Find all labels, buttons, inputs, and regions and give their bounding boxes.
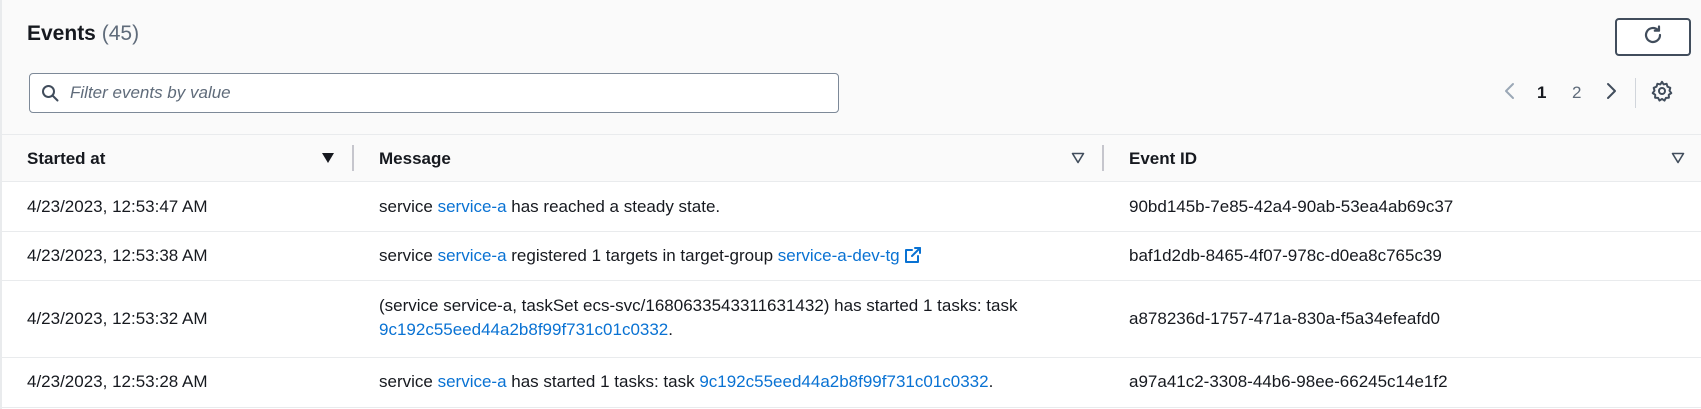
message-cell: (service service-a, taskSet ecs-svc/1680… xyxy=(379,294,1069,342)
sort-icon[interactable] xyxy=(1070,150,1086,166)
message-cell: service service-a has reached a steady s… xyxy=(379,195,720,219)
sort-icon[interactable] xyxy=(1670,150,1686,166)
search-icon xyxy=(30,74,70,112)
page-1-button[interactable]: 1 xyxy=(1537,82,1546,104)
page-title: Events (45) xyxy=(27,22,139,46)
chevron-right-icon xyxy=(1606,82,1618,105)
table-row: 4/23/2023, 12:53:28 AM service service-a… xyxy=(2,358,1701,408)
message-text: has started 1 tasks: task xyxy=(506,372,700,391)
settings-icon xyxy=(1651,80,1673,107)
event-id-cell: baf1d2db-8465-4f07-978c-d0ea8c765c39 xyxy=(1129,246,1442,265)
chevron-left-icon xyxy=(1503,82,1515,105)
external-link-icon xyxy=(904,246,922,271)
started-at-cell: 4/23/2023, 12:53:28 AM xyxy=(27,372,208,391)
task-link[interactable]: 9c192c55eed44a2b8f99f731c01c0332 xyxy=(699,372,988,391)
message-text: service xyxy=(379,372,438,391)
next-page-button[interactable] xyxy=(1602,82,1622,104)
events-count: (45) xyxy=(101,22,140,45)
page-2-button[interactable]: 2 xyxy=(1572,82,1581,104)
table-row: 4/23/2023, 12:53:32 AM (service service-… xyxy=(2,281,1701,358)
message-text: service xyxy=(379,246,438,265)
pagination-divider xyxy=(1635,78,1636,108)
message-cell: service service-a registered 1 targets i… xyxy=(379,244,922,271)
event-id-cell: a97a41c2-3308-44b6-98ee-66245c14e1f2 xyxy=(1129,372,1448,391)
events-panel: Events (45) 1 xyxy=(0,0,1701,409)
preferences-button[interactable] xyxy=(1650,80,1674,107)
target-group-link[interactable]: service-a-dev-tg xyxy=(778,246,922,265)
started-at-cell: 4/23/2023, 12:53:47 AM xyxy=(27,197,208,216)
service-link[interactable]: service-a xyxy=(438,197,507,216)
column-resizer[interactable] xyxy=(352,145,354,171)
event-id-cell: 90bd145b-7e85-42a4-90ab-53ea4ab69c37 xyxy=(1129,197,1454,216)
column-header-message[interactable]: Message xyxy=(379,149,451,169)
message-text: . xyxy=(988,372,994,391)
message-text: . xyxy=(668,320,673,339)
service-link[interactable]: service-a xyxy=(438,246,507,265)
table-row: 4/23/2023, 12:53:47 AM service service-a… xyxy=(2,182,1701,232)
table-header: Started at Message Event ID xyxy=(2,134,1701,182)
sort-descending-icon[interactable] xyxy=(320,150,336,166)
column-resizer[interactable] xyxy=(1102,145,1104,171)
started-at-cell: 4/23/2023, 12:53:38 AM xyxy=(27,246,208,265)
message-text: registered 1 targets in target-group xyxy=(506,246,778,265)
search-field[interactable] xyxy=(29,73,839,113)
refresh-button[interactable] xyxy=(1615,18,1691,56)
service-link[interactable]: service-a xyxy=(438,372,507,391)
task-link[interactable]: 9c192c55eed44a2b8f99f731c01c0332 xyxy=(379,320,668,339)
table-row: 4/23/2023, 12:53:38 AM service service-a… xyxy=(2,232,1701,281)
message-cell: service service-a has started 1 tasks: t… xyxy=(379,370,993,394)
message-text: service xyxy=(379,197,438,216)
column-header-started-at[interactable]: Started at xyxy=(27,149,105,169)
event-id-cell: a878236d-1757-471a-830a-f5a34efeafd0 xyxy=(1129,309,1440,328)
title-text: Events xyxy=(27,22,96,45)
started-at-cell: 4/23/2023, 12:53:32 AM xyxy=(27,309,208,328)
target-group-link-text: service-a-dev-tg xyxy=(777,246,900,265)
search-input[interactable] xyxy=(70,83,810,103)
column-header-event-id[interactable]: Event ID xyxy=(1129,149,1197,169)
message-text: (service service-a, taskSet ecs-svc/1680… xyxy=(379,296,1018,315)
refresh-icon xyxy=(1642,24,1664,51)
message-text: has reached a steady state. xyxy=(506,197,721,216)
previous-page-button[interactable] xyxy=(1499,82,1519,104)
events-header: Events (45) 1 xyxy=(2,0,1701,134)
